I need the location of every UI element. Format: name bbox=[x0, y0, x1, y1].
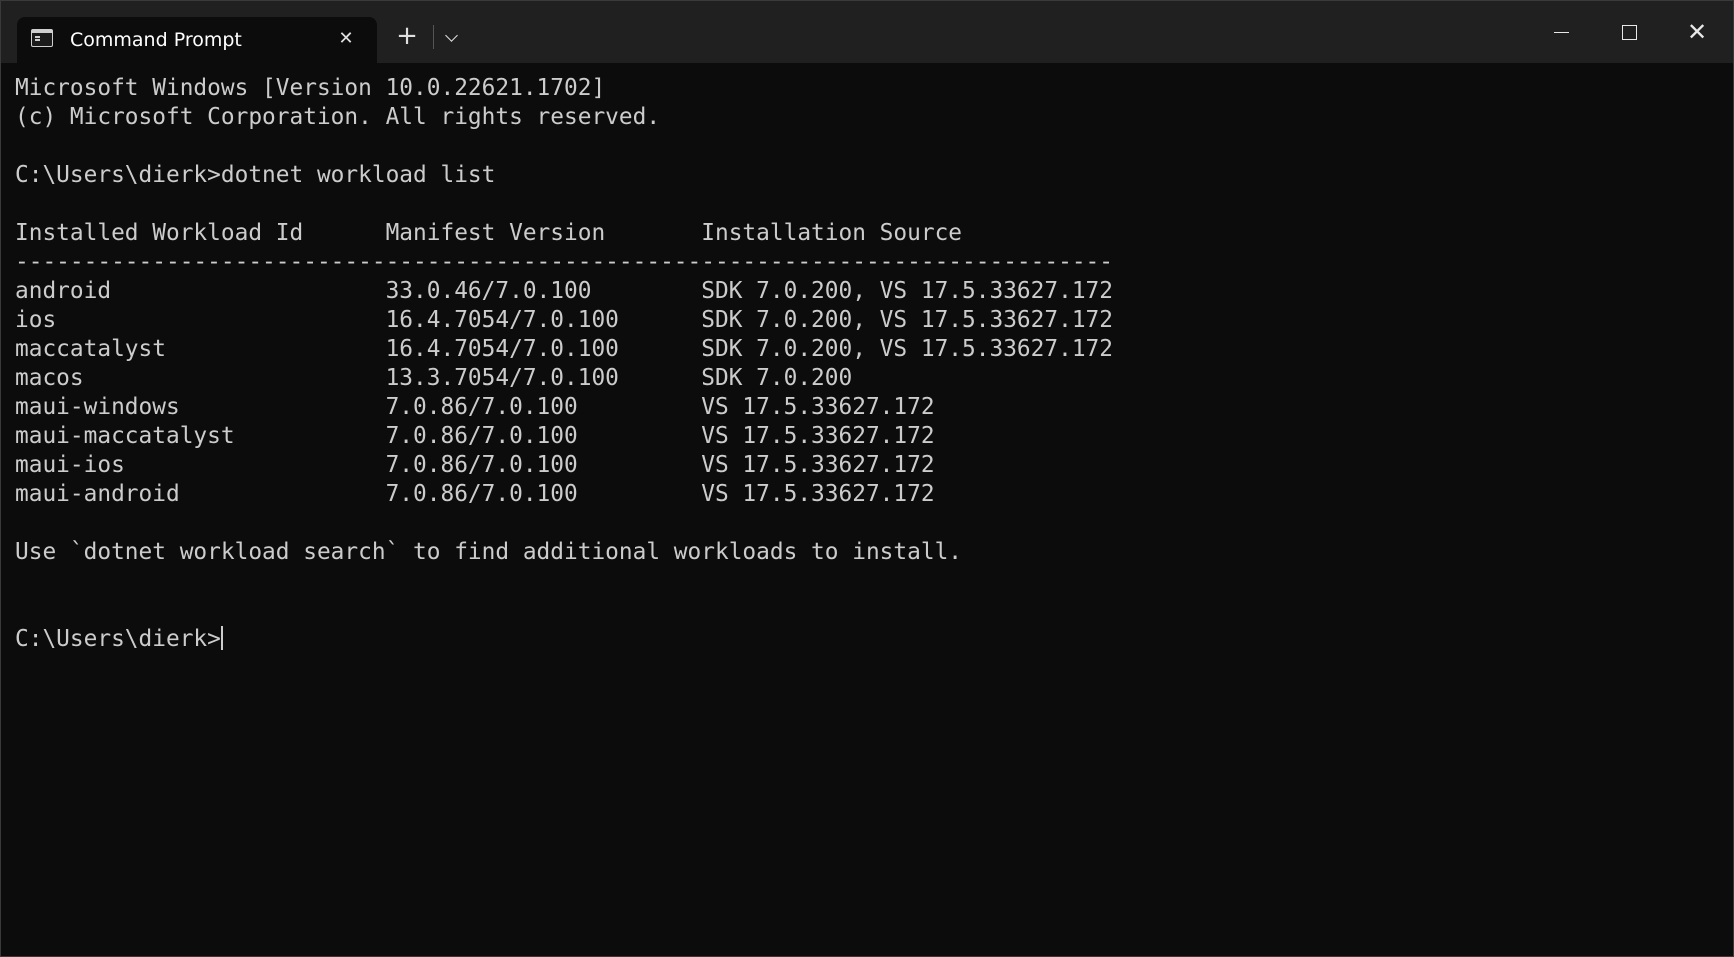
terminal-line: ----------------------------------------… bbox=[15, 249, 1113, 275]
terminal-line: android 33.0.46/7.0.100 SDK 7.0.200, VS … bbox=[15, 278, 1113, 304]
maximize-icon bbox=[1622, 25, 1637, 40]
command-prompt-window: Command Prompt ✕ + ✕ Microsoft Windows [… bbox=[0, 0, 1734, 957]
terminal-line: Microsoft Windows [Version 10.0.22621.17… bbox=[15, 75, 606, 101]
terminal-line: ios 16.4.7054/7.0.100 SDK 7.0.200, VS 17… bbox=[15, 307, 1113, 333]
tab-dropdown-button[interactable] bbox=[437, 21, 469, 53]
terminal-output[interactable]: Microsoft Windows [Version 10.0.22621.17… bbox=[15, 74, 1715, 934]
terminal-line: Use `dotnet workload search` to find add… bbox=[15, 539, 963, 565]
terminal-line: maui-maccatalyst 7.0.86/7.0.100 VS 17.5.… bbox=[15, 423, 935, 449]
terminal-line: (c) Microsoft Corporation. All rights re… bbox=[15, 104, 661, 130]
chevron-down-icon bbox=[445, 29, 458, 42]
terminal-line: maui-android 7.0.86/7.0.100 VS 17.5.3362… bbox=[15, 481, 935, 507]
minimize-icon bbox=[1554, 32, 1569, 34]
close-button[interactable]: ✕ bbox=[1663, 1, 1731, 63]
title-bar[interactable]: Command Prompt ✕ + ✕ bbox=[1, 1, 1733, 63]
tab-command-prompt[interactable]: Command Prompt ✕ bbox=[17, 17, 377, 63]
titlebar-divider bbox=[433, 25, 434, 49]
tab-title: Command Prompt bbox=[70, 29, 242, 51]
terminal-line: maui-ios 7.0.86/7.0.100 VS 17.5.33627.17… bbox=[15, 452, 935, 478]
terminal-line: maui-windows 7.0.86/7.0.100 VS 17.5.3362… bbox=[15, 394, 935, 420]
close-icon: ✕ bbox=[1686, 18, 1708, 46]
terminal-line: macos 13.3.7054/7.0.100 SDK 7.0.200 bbox=[15, 365, 853, 391]
minimize-button[interactable] bbox=[1527, 1, 1595, 63]
prompt-line[interactable]: C:\Users\dierk> bbox=[15, 625, 1715, 654]
terminal-line: maccatalyst 16.4.7054/7.0.100 SDK 7.0.20… bbox=[15, 336, 1113, 362]
maximize-button[interactable] bbox=[1595, 1, 1663, 63]
terminal-icon bbox=[31, 29, 53, 47]
terminal-line: C:\Users\dierk>dotnet workload list bbox=[15, 162, 496, 188]
terminal-line: Installed Workload Id Manifest Version I… bbox=[15, 220, 963, 246]
prompt-text: C:\Users\dierk> bbox=[15, 626, 221, 652]
text-cursor bbox=[220, 626, 223, 650]
new-tab-button[interactable]: + bbox=[391, 21, 423, 53]
tab-close-icon[interactable]: ✕ bbox=[332, 25, 360, 53]
